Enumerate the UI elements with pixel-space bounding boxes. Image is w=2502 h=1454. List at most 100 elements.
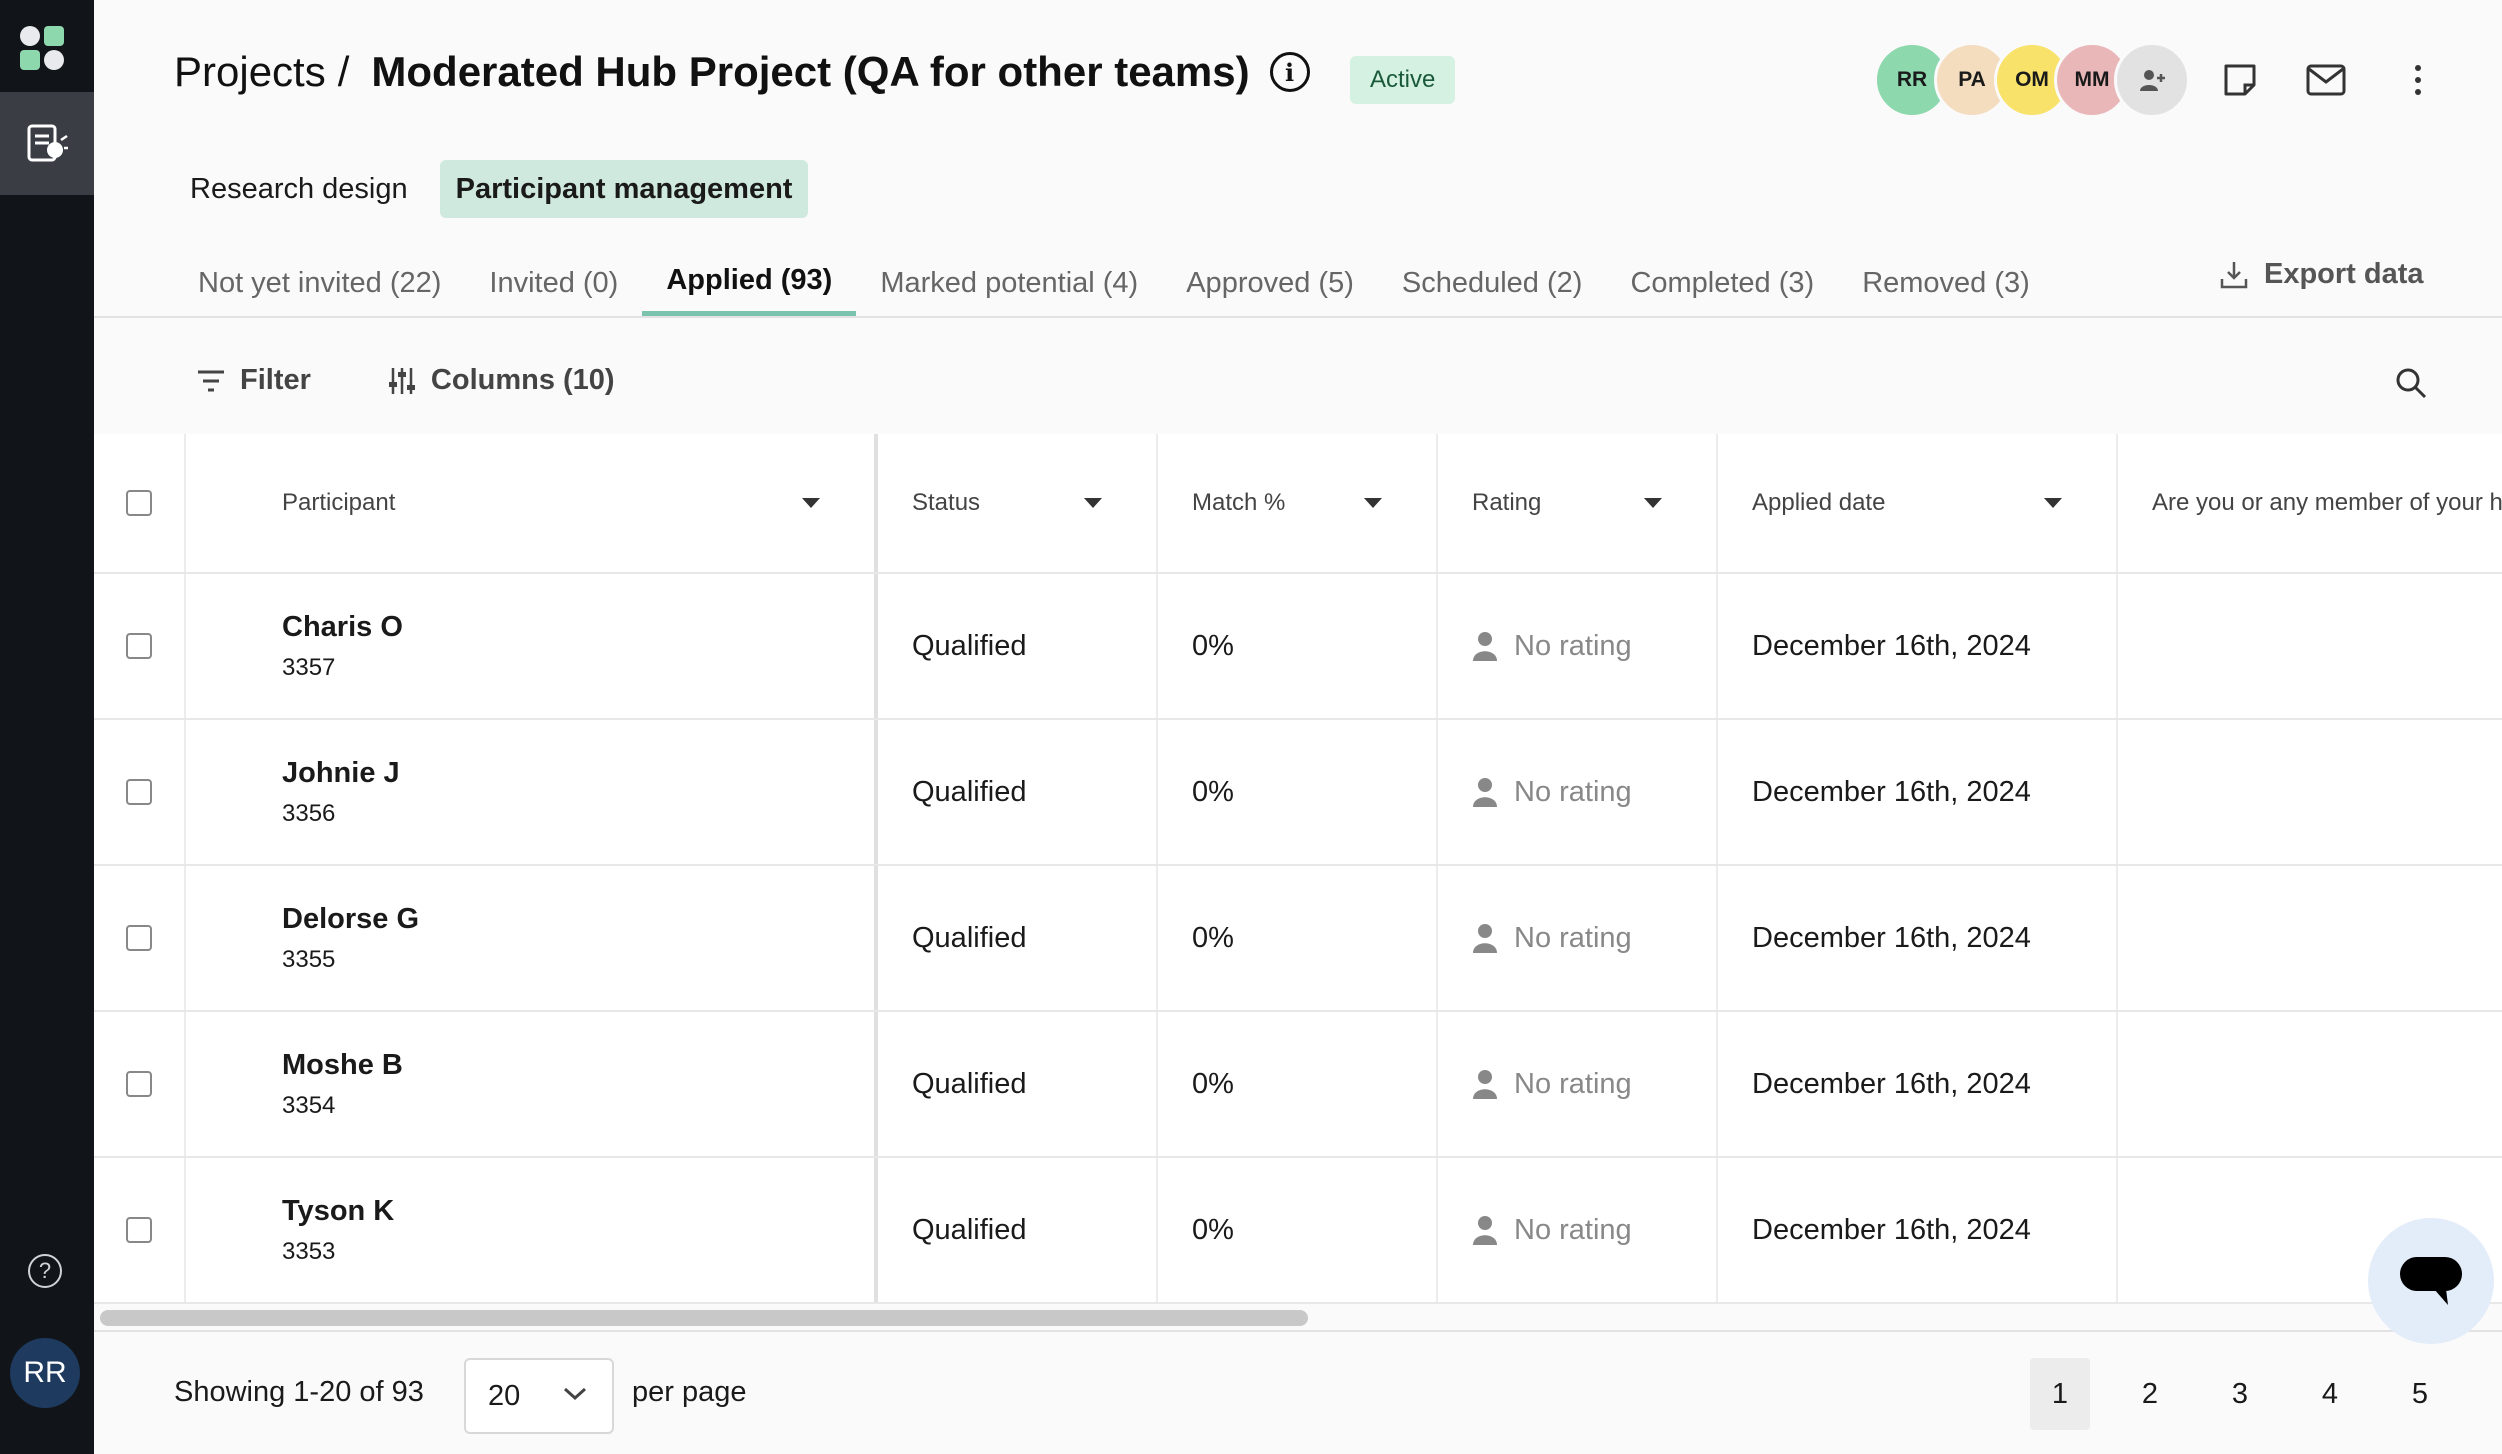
row-checkbox[interactable]: [126, 1071, 152, 1097]
column-label: Participant: [282, 489, 396, 516]
rating-cell[interactable]: No rating: [1438, 574, 1718, 718]
tab-approved[interactable]: Approved (5): [1162, 250, 1378, 316]
participant-cell[interactable]: Charis O 3357: [186, 574, 878, 718]
horizontal-scrollbar[interactable]: [100, 1310, 1308, 1326]
rating-value[interactable]: No rating: [1472, 630, 1632, 663]
question-cell: [2118, 720, 2502, 864]
note-icon: [2224, 64, 2256, 96]
participant-name[interactable]: Tyson K: [282, 1195, 394, 1228]
applied-date-value: December 16th, 2024: [1752, 775, 2031, 808]
per-page-label: per page: [632, 1376, 747, 1408]
breadcrumb-separator: /: [337, 48, 350, 95]
participant-name[interactable]: Johnie J: [282, 757, 400, 790]
rating-value[interactable]: No rating: [1472, 922, 1632, 955]
search-icon: [2396, 368, 2427, 399]
participant-cell[interactable]: Moshe B 3354: [186, 1012, 878, 1156]
tab-not-yet-invited[interactable]: Not yet invited (22): [174, 250, 465, 316]
select-all-checkbox[interactable]: [126, 490, 152, 516]
app-logo-icon[interactable]: [18, 24, 66, 72]
table-row[interactable]: Johnie J 3356 Qualified 0% No rating December…: [94, 720, 2502, 866]
page-button-2[interactable]: 2: [2120, 1358, 2180, 1430]
tab-removed[interactable]: Removed (3): [1838, 250, 2054, 316]
applied-date-value: December 16th, 2024: [1752, 1213, 2031, 1246]
help-icon[interactable]: ?: [28, 1254, 62, 1288]
per-page-value: 20: [488, 1379, 521, 1412]
table-row[interactable]: Delorse G 3355 Qualified 0% No rating Decembe…: [94, 866, 2502, 1012]
participant-cell[interactable]: Delorse G 3355: [186, 866, 878, 1010]
messages-button[interactable]: [2302, 56, 2350, 104]
download-icon: [2220, 261, 2248, 288]
match-cell: 0%: [1158, 574, 1438, 718]
sort-caret-icon[interactable]: [1084, 498, 1102, 508]
column-header-question[interactable]: Are you or any member of your h...: [2118, 434, 2502, 572]
export-data-button[interactable]: Export data: [2218, 258, 2424, 291]
match-value: 0%: [1192, 921, 1234, 954]
column-header-participant[interactable]: Participant: [186, 434, 878, 572]
sort-caret-icon[interactable]: [802, 498, 820, 508]
column-label: Applied date: [1752, 489, 1886, 516]
page-button-1[interactable]: 1: [2030, 1358, 2090, 1430]
rating-cell[interactable]: No rating: [1438, 1158, 1718, 1302]
tab-marked-potential[interactable]: Marked potential (4): [856, 250, 1162, 316]
participant-name[interactable]: Delorse G: [282, 903, 419, 936]
rating-cell[interactable]: No rating: [1438, 1012, 1718, 1156]
tab-completed[interactable]: Completed (3): [1606, 250, 1838, 316]
tab-scheduled[interactable]: Scheduled (2): [1378, 250, 1607, 316]
chat-icon: [2400, 1257, 2462, 1305]
column-header-match[interactable]: Match %: [1158, 434, 1438, 572]
tab-applied[interactable]: Applied (93): [642, 250, 857, 316]
status-cell: Qualified: [878, 574, 1158, 718]
column-header-rating[interactable]: Rating: [1438, 434, 1718, 572]
rating-cell[interactable]: No rating: [1438, 720, 1718, 864]
columns-button[interactable]: Columns (10): [387, 364, 615, 397]
filter-button[interactable]: Filter: [196, 364, 311, 397]
user-avatar[interactable]: RR: [10, 1338, 80, 1408]
rating-cell[interactable]: No rating: [1438, 866, 1718, 1010]
table-row[interactable]: Tyson K 3353 Qualified 0% No rating December …: [94, 1158, 2502, 1304]
applied-date-cell: December 16th, 2024: [1718, 1012, 2118, 1156]
participant-cell[interactable]: Johnie J 3356: [186, 720, 878, 864]
table-row[interactable]: Moshe B 3354 Qualified 0% No rating December …: [94, 1012, 2502, 1158]
sort-caret-icon[interactable]: [1364, 498, 1382, 508]
sort-caret-icon[interactable]: [2044, 498, 2062, 508]
row-checkbox[interactable]: [126, 779, 152, 805]
sort-caret-icon[interactable]: [1644, 498, 1662, 508]
rating-value[interactable]: No rating: [1472, 776, 1632, 809]
participant-cell[interactable]: Tyson K 3353: [186, 1158, 878, 1302]
status-badge: Active: [1350, 56, 1456, 104]
participant-id: 3354: [282, 1091, 336, 1119]
row-checkbox[interactable]: [126, 1217, 152, 1243]
rating-value[interactable]: No rating: [1472, 1214, 1632, 1247]
notes-button[interactable]: [2216, 56, 2264, 104]
filter-label: Filter: [240, 364, 311, 396]
row-checkbox[interactable]: [126, 925, 152, 951]
participant-name[interactable]: Moshe B: [282, 1049, 403, 1082]
page-button-5[interactable]: 5: [2390, 1358, 2450, 1430]
tab-research-design[interactable]: Research design: [174, 160, 424, 218]
match-value: 0%: [1192, 1213, 1234, 1246]
row-checkbox[interactable]: [126, 633, 152, 659]
tab-participant-management[interactable]: Participant management: [439, 160, 809, 218]
rating-value[interactable]: No rating: [1472, 1068, 1632, 1101]
add-collaborator-button[interactable]: [2114, 42, 2190, 118]
info-icon[interactable]: i: [1269, 52, 1310, 92]
rating-text: No rating: [1514, 921, 1632, 954]
more-menu-button[interactable]: [2394, 56, 2442, 104]
column-header-applied-date[interactable]: Applied date: [1718, 434, 2118, 572]
per-page-select[interactable]: 20: [464, 1358, 614, 1434]
page-button-4[interactable]: 4: [2300, 1358, 2360, 1430]
nav-projects[interactable]: [0, 92, 94, 195]
status-cell: Qualified: [878, 866, 1158, 1010]
participant-id: 3357: [282, 653, 336, 681]
table-row[interactable]: Charis O 3357 Qualified 0% No rating December…: [94, 574, 2502, 720]
column-header-status[interactable]: Status: [878, 434, 1158, 572]
chevron-down-icon: [563, 1387, 587, 1401]
tab-invited[interactable]: Invited (0): [465, 250, 642, 316]
participant-name[interactable]: Charis O: [282, 611, 403, 644]
page-button-3[interactable]: 3: [2210, 1358, 2270, 1430]
row-select-cell: [94, 574, 186, 718]
chat-widget-button[interactable]: [2368, 1218, 2494, 1344]
breadcrumb-projects-link[interactable]: Projects: [174, 48, 326, 96]
filter-icon: [198, 370, 224, 391]
search-button[interactable]: [2394, 366, 2428, 405]
